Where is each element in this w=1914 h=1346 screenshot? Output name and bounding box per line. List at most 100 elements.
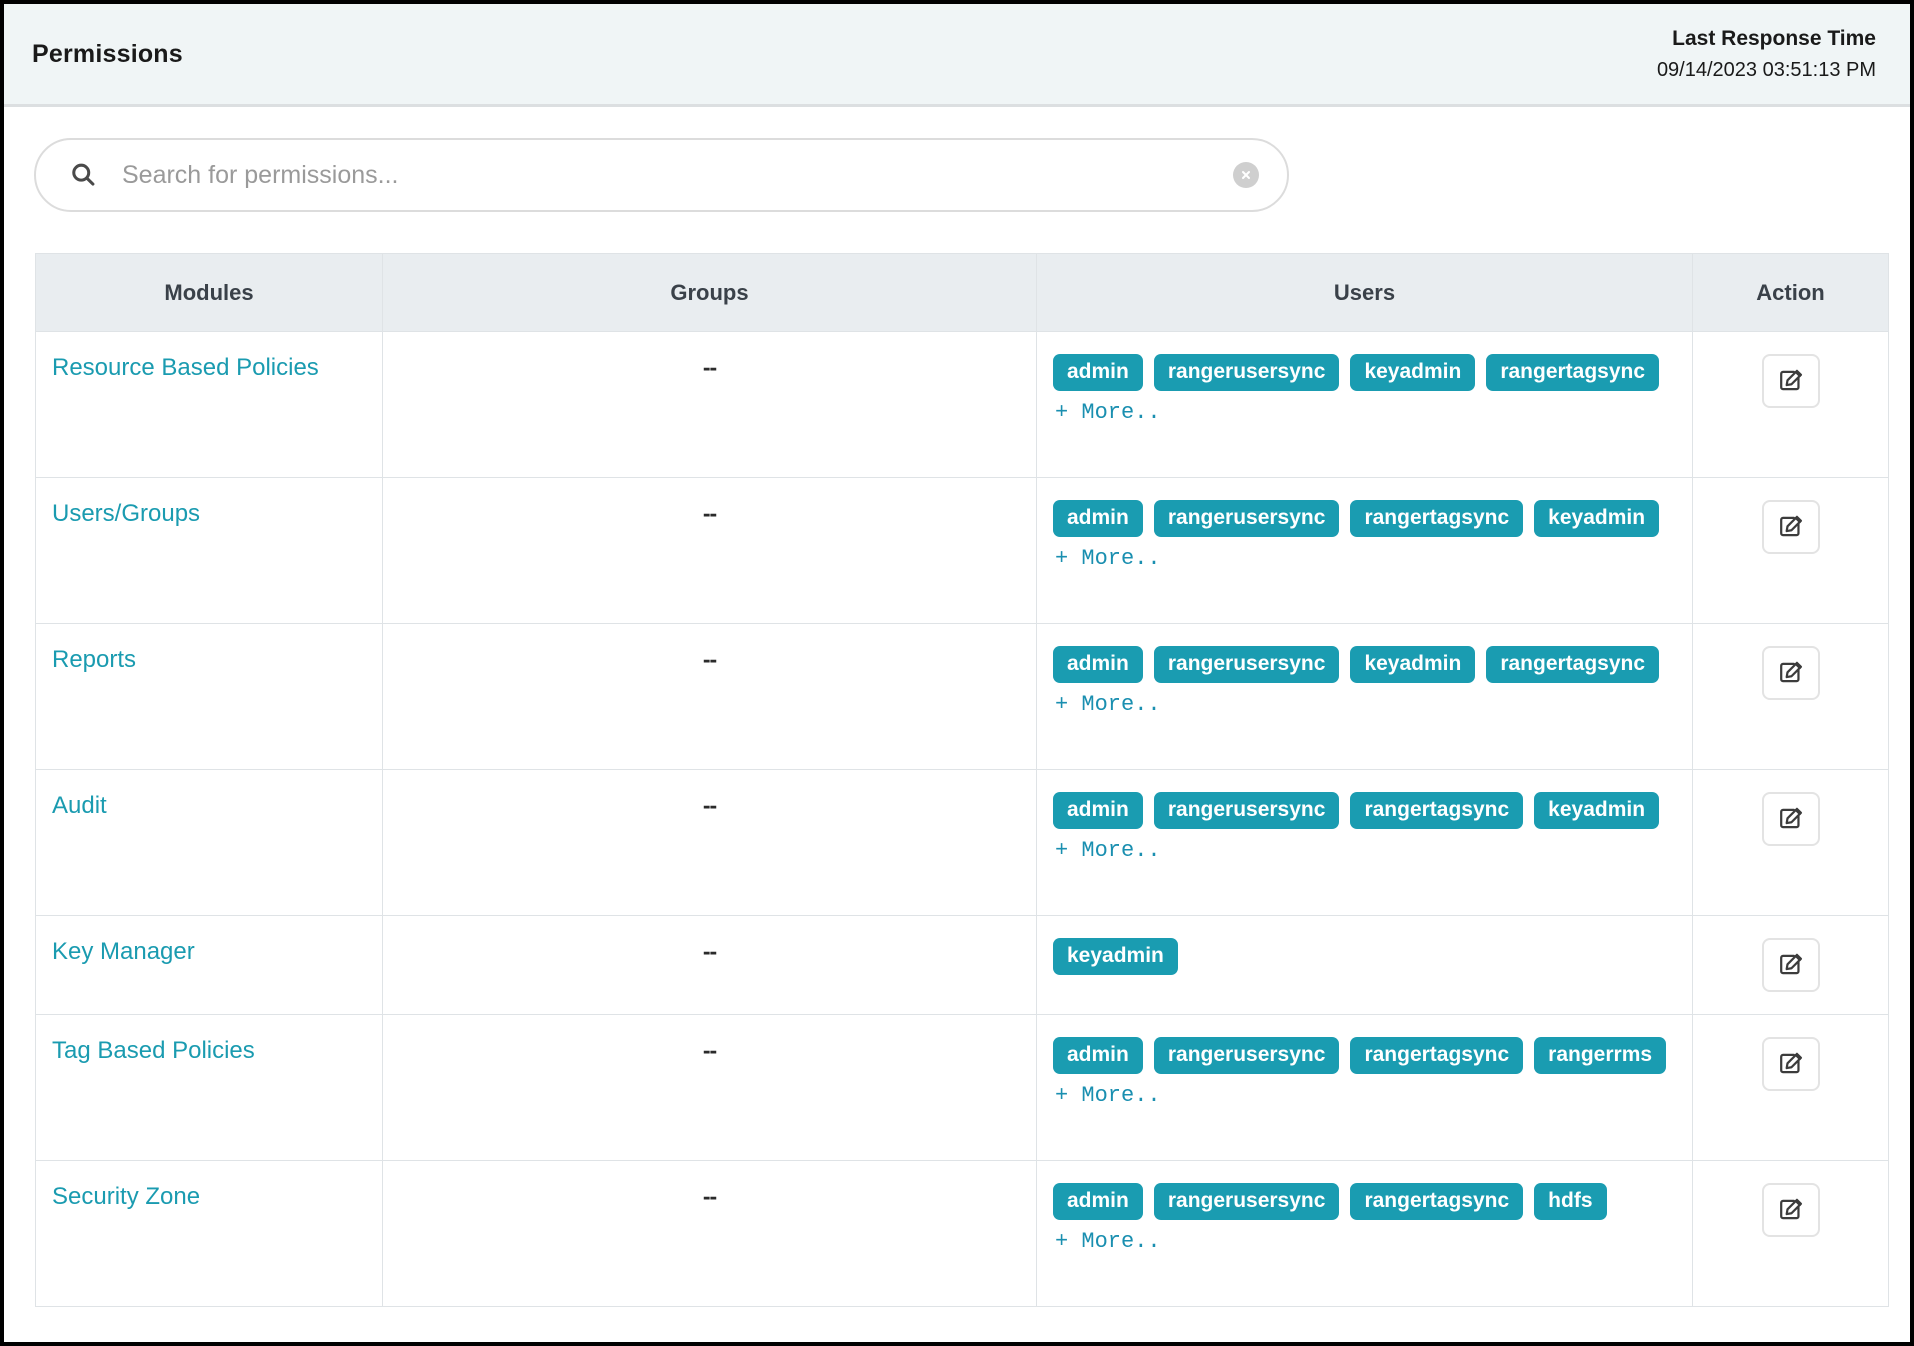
module-link-users-groups[interactable]: Users/Groups [52, 500, 200, 529]
column-header-groups: Groups [383, 254, 1037, 332]
user-badge[interactable]: rangerusersync [1154, 1183, 1340, 1220]
edit-pencil-icon [1777, 513, 1805, 541]
cell-groups: -- [383, 332, 1037, 478]
table-header-row: Modules Groups Users Action [36, 254, 1889, 332]
more-users-link[interactable]: + More.. [1053, 1229, 1161, 1254]
module-link-tag-based-policies[interactable]: Tag Based Policies [52, 1037, 255, 1066]
edit-pencil-icon [1777, 367, 1805, 395]
edit-permission-button[interactable] [1762, 646, 1820, 700]
user-badge[interactable]: admin [1053, 1037, 1143, 1074]
module-link-key-manager[interactable]: Key Manager [52, 938, 195, 967]
more-users-link[interactable]: + More.. [1053, 838, 1161, 863]
last-response-time: 09/14/2023 03:51:13 PM [1657, 55, 1876, 85]
user-badge[interactable]: rangerrms [1534, 1037, 1666, 1074]
user-badge[interactable]: hdfs [1534, 1183, 1606, 1220]
user-badge[interactable]: rangertagsync [1350, 1037, 1523, 1074]
user-badge[interactable]: admin [1053, 1183, 1143, 1220]
user-badge[interactable]: keyadmin [1053, 938, 1178, 975]
user-badge[interactable]: rangertagsync [1486, 646, 1659, 683]
edit-pencil-icon [1777, 1050, 1805, 1078]
cell-module: Resource Based Policies [36, 332, 383, 478]
edit-permission-button[interactable] [1762, 500, 1820, 554]
cell-groups: -- [383, 1015, 1037, 1161]
cell-module: Key Manager [36, 916, 383, 1015]
edit-permission-button[interactable] [1762, 1037, 1820, 1091]
user-badge[interactable]: rangerusersync [1154, 792, 1340, 829]
cell-module: Users/Groups [36, 478, 383, 624]
user-badge[interactable]: keyadmin [1350, 354, 1475, 391]
edit-permission-button[interactable] [1762, 792, 1820, 846]
user-badge[interactable]: keyadmin [1534, 792, 1659, 829]
more-users-link[interactable]: + More.. [1053, 1083, 1161, 1108]
more-users-link[interactable]: + More.. [1053, 546, 1161, 571]
more-users-link[interactable]: + More.. [1053, 692, 1161, 717]
user-badge-list: admin rangerusersync rangertagsync rangerrm… [1053, 1037, 1673, 1108]
search-area [4, 107, 1910, 212]
cell-groups: -- [383, 1161, 1037, 1307]
cell-action [1693, 332, 1889, 478]
column-header-users: Users [1037, 254, 1693, 332]
cell-module: Audit [36, 770, 383, 916]
user-badge[interactable]: rangertagsync [1350, 1183, 1523, 1220]
user-badge[interactable]: rangerusersync [1154, 646, 1340, 683]
edit-pencil-icon [1777, 659, 1805, 687]
cell-action [1693, 1161, 1889, 1307]
user-badge-list: admin rangerusersync keyadmin rangertagsync… [1053, 354, 1673, 425]
edit-pencil-icon [1777, 805, 1805, 833]
cell-groups: -- [383, 916, 1037, 1015]
cell-module: Security Zone [36, 1161, 383, 1307]
permissions-table: Modules Groups Users Action Resource Bas… [35, 253, 1889, 1307]
user-badge-list: keyadmin [1053, 938, 1673, 975]
table-header: Modules Groups Users Action [36, 254, 1889, 332]
cell-module: Reports [36, 624, 383, 770]
page-title: Permissions [32, 40, 183, 69]
clear-search-icon[interactable] [1233, 162, 1259, 188]
cell-users: admin rangerusersync rangertagsync keyadmin… [1037, 770, 1693, 916]
column-header-action: Action [1693, 254, 1889, 332]
last-response-block: Last Response Time 09/14/2023 03:51:13 P… [1657, 23, 1876, 85]
cell-groups: -- [383, 624, 1037, 770]
cell-users: admin rangerusersync rangertagsync hdfs + Mo… [1037, 1161, 1693, 1307]
table-row: Audit -- admin rangerusersync rangertagsync k… [36, 770, 1889, 916]
edit-permission-button[interactable] [1762, 938, 1820, 992]
user-badge-list: admin rangerusersync keyadmin rangertagsync… [1053, 646, 1673, 717]
page-header: Permissions Last Response Time 09/14/202… [4, 4, 1910, 107]
user-badge-list: admin rangerusersync rangertagsync keyadmin… [1053, 792, 1673, 863]
user-badge[interactable]: admin [1053, 354, 1143, 391]
search-box[interactable] [34, 138, 1289, 212]
edit-pencil-icon [1777, 951, 1805, 979]
user-badge[interactable]: rangerusersync [1154, 1037, 1340, 1074]
module-link-resource-based-policies[interactable]: Resource Based Policies [52, 354, 319, 383]
user-badge-list: admin rangerusersync rangertagsync keyadmin… [1053, 500, 1673, 571]
cell-action [1693, 770, 1889, 916]
user-badge[interactable]: rangertagsync [1350, 500, 1523, 537]
user-badge[interactable]: keyadmin [1350, 646, 1475, 683]
cell-action [1693, 478, 1889, 624]
cell-groups: -- [383, 478, 1037, 624]
search-input[interactable] [120, 140, 1225, 210]
table-row: Users/Groups -- admin rangerusersync rangert… [36, 478, 1889, 624]
more-users-link[interactable]: + More.. [1053, 400, 1161, 425]
module-link-audit[interactable]: Audit [52, 792, 107, 821]
table-body: Resource Based Policies -- admin rangeruser… [36, 332, 1889, 1307]
user-badge[interactable]: rangerusersync [1154, 354, 1340, 391]
cell-users: admin rangerusersync keyadmin rangertagsync… [1037, 624, 1693, 770]
search-icon [68, 160, 98, 190]
user-badge-list: admin rangerusersync rangertagsync hdfs + Mo… [1053, 1183, 1673, 1254]
user-badge[interactable]: admin [1053, 646, 1143, 683]
module-link-reports[interactable]: Reports [52, 646, 136, 675]
user-badge[interactable]: rangertagsync [1350, 792, 1523, 829]
edit-pencil-icon [1777, 1196, 1805, 1224]
table-row: Tag Based Policies -- admin rangerusersync r… [36, 1015, 1889, 1161]
cell-users: keyadmin [1037, 916, 1693, 1015]
edit-permission-button[interactable] [1762, 354, 1820, 408]
user-badge[interactable]: admin [1053, 792, 1143, 829]
module-link-security-zone[interactable]: Security Zone [52, 1183, 200, 1212]
user-badge[interactable]: rangerusersync [1154, 500, 1340, 537]
cell-users: admin rangerusersync keyadmin rangertagsync… [1037, 332, 1693, 478]
edit-permission-button[interactable] [1762, 1183, 1820, 1237]
user-badge[interactable]: rangertagsync [1486, 354, 1659, 391]
user-badge[interactable]: admin [1053, 500, 1143, 537]
user-badge[interactable]: keyadmin [1534, 500, 1659, 537]
cell-groups: -- [383, 770, 1037, 916]
